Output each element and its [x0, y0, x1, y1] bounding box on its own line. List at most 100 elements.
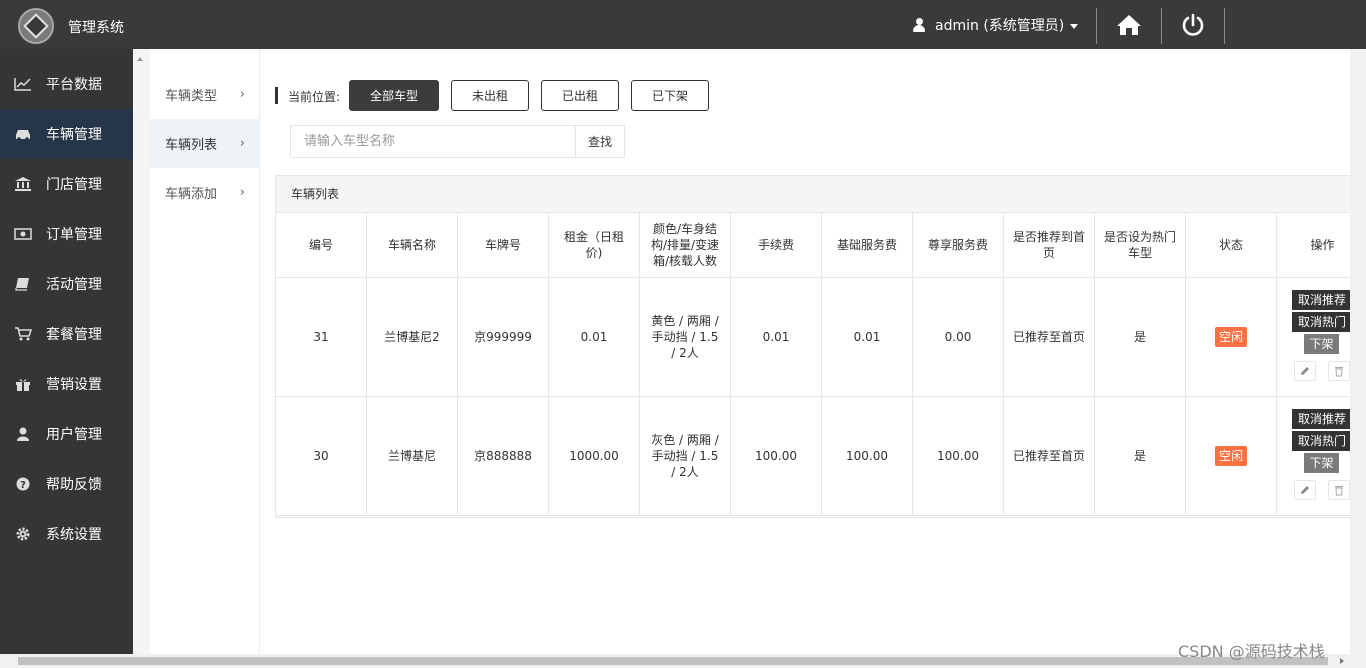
sidebar-item-users[interactable]: 用户管理 — [0, 409, 133, 459]
column-header: 尊享服务费 — [913, 213, 1004, 278]
column-header: 车牌号 — [458, 213, 549, 278]
divider — [1224, 8, 1225, 44]
column-header: 租金（日租价) — [549, 213, 640, 278]
submenu-item-label: 车辆列表 — [165, 138, 218, 153]
cancel-hot-button[interactable]: 取消热门 — [1292, 312, 1353, 332]
divider — [1096, 8, 1097, 44]
chevron-right-icon: › — [239, 87, 245, 102]
watermark: CSDN @源码技术栈 — [1178, 642, 1325, 661]
line-chart-icon — [14, 77, 32, 91]
question-icon: ? — [14, 477, 32, 491]
edit-button[interactable] — [1294, 361, 1316, 381]
top-header: 管理系统 admin (系统管理员) — [0, 0, 1366, 49]
cell-status: 空闲 — [1186, 278, 1277, 397]
column-header: 颜色/车身结构/排量/变速箱/核载人数 — [640, 213, 731, 278]
sidebar-item-packages[interactable]: 套餐管理 — [0, 309, 133, 359]
cell-vip-fee: 0.00 — [913, 278, 1004, 397]
vehicle-table-panel: 车辆列表 编号 车辆名称 车牌号 租金（日租价) 颜色/车身结构/排量/变速箱/… — [275, 175, 1366, 518]
horizontal-scrollbar[interactable] — [0, 654, 1366, 668]
submenu-item-vehicle-add[interactable]: 车辆添加 › — [150, 168, 260, 217]
column-header: 手续费 — [731, 213, 822, 278]
book-icon — [14, 277, 32, 291]
cancel-hot-button[interactable]: 取消热门 — [1292, 431, 1353, 451]
table-title: 车辆列表 — [276, 176, 1350, 213]
edit-button[interactable] — [1294, 480, 1316, 500]
column-header: 编号 — [276, 213, 367, 278]
pencil-icon — [1301, 486, 1309, 494]
sidebar-item-vehicles[interactable]: 车辆管理 — [0, 109, 133, 159]
cell-spec: 黄色 / 两厢 / 手动挡 / 1.5 / 2人 — [640, 278, 731, 397]
trash-icon — [1335, 367, 1343, 377]
column-header: 是否设为热门车型 — [1095, 213, 1186, 278]
sidebar-item-platform-data[interactable]: 平台数据 — [0, 59, 133, 109]
sidebar-item-help[interactable]: ? 帮助反馈 — [0, 459, 133, 509]
sidebar: 平台数据 车辆管理 门店管理 订单管理 活动管理 套餐管理 营销设置 用户管理 … — [0, 49, 133, 654]
filter-rented-button[interactable]: 已出租 — [541, 80, 619, 111]
arrow-right-icon — [1340, 658, 1344, 664]
svg-text:?: ? — [20, 480, 26, 491]
cancel-recommend-button[interactable]: 取消推荐 — [1292, 290, 1353, 310]
cell-basic-fee: 0.01 — [822, 278, 913, 397]
power-icon — [1182, 13, 1204, 36]
submenu-item-vehicle-types[interactable]: 车辆类型 › — [150, 70, 260, 119]
search-button[interactable]: 查找 — [575, 125, 625, 158]
column-header: 状态 — [1186, 213, 1277, 278]
submenu-item-vehicle-list[interactable]: 车辆列表 › — [150, 119, 260, 168]
breadcrumb-marker — [275, 87, 278, 104]
sidebar-item-stores[interactable]: 门店管理 — [0, 159, 133, 209]
sidebar-item-label: 活动管理 — [46, 277, 102, 293]
power-button[interactable] — [1168, 8, 1218, 42]
arrow-up-icon — [137, 57, 143, 61]
cart-icon — [14, 327, 32, 341]
column-header: 车辆名称 — [367, 213, 458, 278]
sidebar-scroll-track[interactable] — [133, 49, 150, 654]
gear-icon — [14, 527, 32, 541]
user-icon — [913, 18, 925, 32]
user-label: admin (系统管理员) — [935, 18, 1065, 34]
home-button[interactable] — [1104, 8, 1154, 42]
scroll-thumb[interactable] — [18, 657, 1328, 665]
app-title: 管理系统 — [68, 20, 124, 36]
sidebar-item-marketing[interactable]: 营销设置 — [0, 359, 133, 409]
cell-id: 31 — [276, 278, 367, 397]
cell-hot: 是 — [1095, 278, 1186, 397]
sidebar-item-activities[interactable]: 活动管理 — [0, 259, 133, 309]
home-icon — [1117, 15, 1141, 35]
divider — [1161, 8, 1162, 44]
search-input[interactable] — [290, 125, 576, 158]
sidebar-item-label: 营销设置 — [46, 377, 102, 393]
cell-recommended: 已推荐至首页 — [1004, 397, 1095, 516]
cancel-recommend-button[interactable]: 取消推荐 — [1292, 409, 1353, 429]
status-badge: 空闲 — [1214, 446, 1247, 466]
gift-icon — [14, 377, 32, 391]
filter-all-button[interactable]: 全部车型 — [349, 80, 439, 111]
vertical-scrollbar[interactable] — [1350, 49, 1366, 654]
filter-available-button[interactable]: 未出租 — [451, 80, 529, 111]
cell-hot: 是 — [1095, 397, 1186, 516]
status-badge: 空闲 — [1214, 327, 1247, 347]
car-icon — [14, 127, 32, 141]
sidebar-item-label: 门店管理 — [46, 177, 102, 193]
cell-name: 兰博基尼 — [367, 397, 458, 516]
pencil-icon — [1301, 367, 1309, 375]
main-content: 当前位置: 全部车型 未出租 已出租 已下架 查找 车辆列表 编号 车辆名称 车… — [260, 49, 1366, 654]
submenu: 车辆类型 › 车辆列表 › 车辆添加 › — [150, 49, 260, 654]
logo-icon — [18, 8, 54, 44]
delete-button[interactable] — [1328, 361, 1350, 381]
column-header: 基础服务费 — [822, 213, 913, 278]
sidebar-item-label: 帮助反馈 — [46, 477, 102, 493]
delete-button[interactable] — [1328, 480, 1350, 500]
cell-recommended: 已推荐至首页 — [1004, 278, 1095, 397]
sidebar-item-settings[interactable]: 系统设置 — [0, 509, 133, 559]
cell-basic-fee: 100.00 — [822, 397, 913, 516]
cell-spec: 灰色 / 两厢 / 手动挡 / 1.5 / 2人 — [640, 397, 731, 516]
offline-button[interactable]: 下架 — [1304, 453, 1339, 473]
cell-fee: 0.01 — [731, 278, 822, 397]
offline-button[interactable]: 下架 — [1304, 334, 1339, 354]
chevron-right-icon: › — [239, 136, 245, 151]
sidebar-item-orders[interactable]: 订单管理 — [0, 209, 133, 259]
chevron-right-icon: › — [239, 185, 245, 200]
user-menu[interactable]: admin (系统管理员) — [913, 15, 1079, 35]
filter-offline-button[interactable]: 已下架 — [631, 80, 709, 111]
cell-fee: 100.00 — [731, 397, 822, 516]
